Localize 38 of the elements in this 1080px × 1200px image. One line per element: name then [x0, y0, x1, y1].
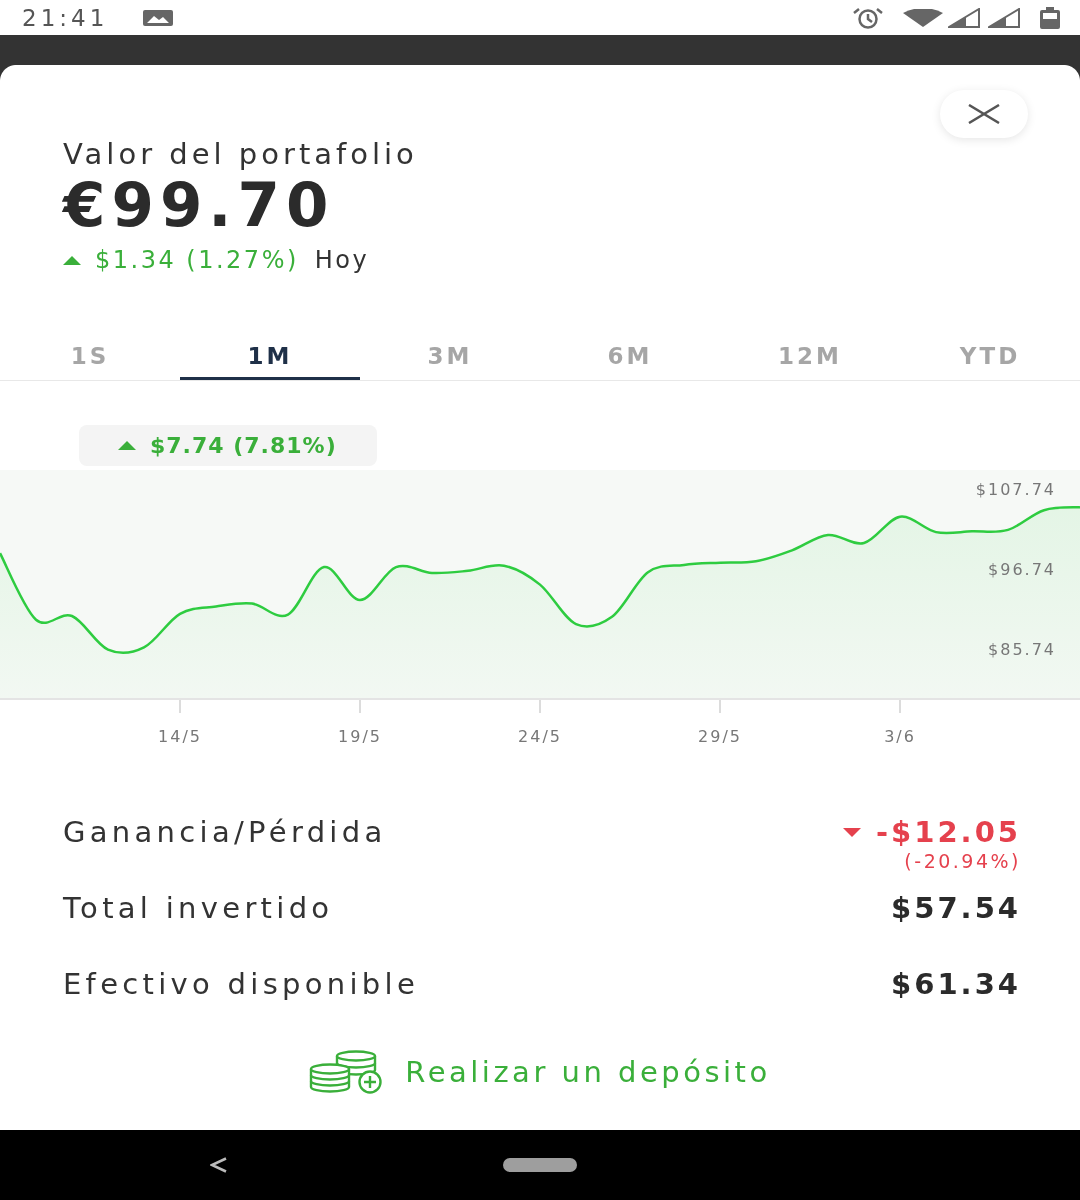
period-tab[interactable]: 6M: [540, 330, 720, 380]
stat-value: $61.34: [891, 966, 1021, 1002]
x-axis-label: 29/5: [698, 726, 742, 746]
close-button[interactable]: [940, 90, 1028, 138]
y-axis-label: $85.74: [988, 640, 1056, 660]
x-axis-label: 19/5: [338, 726, 382, 746]
stat-value: -$12.05: [876, 814, 1021, 850]
y-axis-label: $107.74: [975, 479, 1056, 499]
signal-icon: [948, 7, 980, 28]
period-tab[interactable]: 1S: [0, 330, 180, 380]
x-axis-label: 24/5: [518, 726, 562, 746]
x-axis-label: 3/6: [884, 726, 916, 746]
stat-label: Total invertido: [63, 890, 334, 926]
daily-change: $1.34 (1.27%): [95, 245, 299, 275]
y-axis-label: $96.74: [988, 559, 1056, 579]
period-change: $7.74 (7.81%): [150, 433, 337, 458]
portfolio-title: Valor del portafolio: [63, 138, 418, 170]
stat-percentage: (-20.94%): [904, 850, 1021, 872]
home-pill[interactable]: [503, 1158, 577, 1172]
x-axis-label: 14/5: [158, 726, 202, 746]
deposit-link[interactable]: Realizar un depósito: [309, 1050, 771, 1094]
period-tab[interactable]: 12M: [720, 330, 900, 380]
alarm-clock-icon: [852, 6, 884, 29]
stat-label: Ganancia/Pérdida: [63, 814, 387, 850]
status-time: 21:41: [22, 3, 109, 32]
period-label: Hoy: [314, 245, 370, 275]
image-icon: [143, 9, 174, 26]
battery-icon: [1040, 6, 1060, 29]
stat-value: $57.54: [891, 890, 1021, 926]
signal-icon: [988, 7, 1020, 28]
back-icon[interactable]: [210, 1157, 228, 1173]
close-icon: [968, 104, 1000, 124]
period-tab[interactable]: 1M: [180, 330, 360, 380]
period-tab[interactable]: YTD: [900, 330, 1080, 380]
wifi-icon: [903, 8, 943, 27]
stat-label: Efectivo disponible: [63, 966, 420, 1002]
portfolio-value: €99.70: [63, 170, 335, 240]
period-tab[interactable]: 3M: [360, 330, 540, 380]
